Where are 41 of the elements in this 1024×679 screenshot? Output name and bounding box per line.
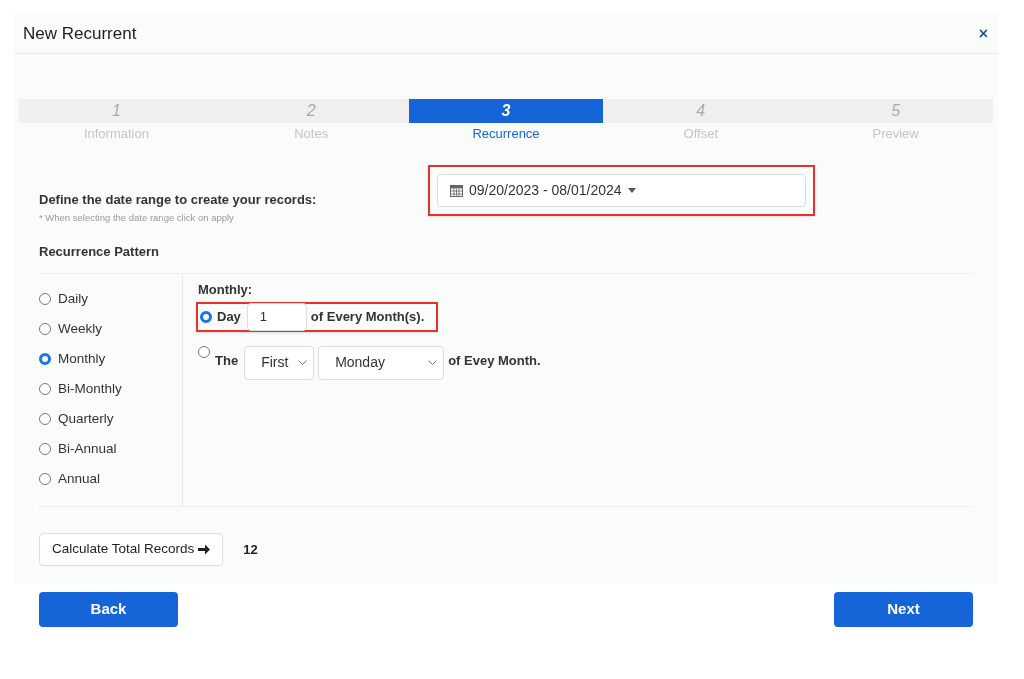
section-title: Recurrence Pattern xyxy=(39,241,973,274)
next-button[interactable]: Next xyxy=(834,592,973,627)
weekday-select[interactable]: Monday xyxy=(318,345,445,380)
date-range-hint: * When selecting the date range click on apply xyxy=(39,211,235,225)
ordinal-select[interactable]: First xyxy=(244,345,315,380)
calendar-icon xyxy=(450,183,463,197)
option-label[interactable]: Quarterly xyxy=(58,408,114,430)
option-label[interactable]: Bi-Monthly xyxy=(58,378,122,400)
chevron-icon xyxy=(428,360,438,365)
radio-button[interactable] xyxy=(39,443,51,455)
close-button[interactable]: × xyxy=(978,21,988,46)
option-label[interactable]: Annual xyxy=(58,468,101,490)
date-range-field[interactable]: 09/20/2023 - 08/01/2024 xyxy=(437,173,806,207)
calculate-button[interactable]: Calculate Total Records xyxy=(39,533,224,566)
option-label[interactable]: Bi-Annual xyxy=(58,438,117,460)
chevron-icon xyxy=(298,360,308,365)
monthly-title: Monthly: xyxy=(198,281,254,299)
date-range-label: Define the date range to create your records: xyxy=(39,190,318,209)
option-label[interactable]: Monthly xyxy=(58,348,106,370)
radio-button[interactable] xyxy=(39,293,51,305)
radio-button[interactable] xyxy=(39,383,51,395)
radio-button[interactable] xyxy=(198,345,210,358)
weekday-suffix: of Evey Month. xyxy=(448,351,541,370)
radio-button[interactable] xyxy=(39,353,51,365)
radio-button[interactable] xyxy=(39,323,51,335)
day-input[interactable]: 1 xyxy=(246,302,307,331)
radio-button[interactable] xyxy=(200,310,212,323)
step-number[interactable]: 3 xyxy=(408,99,604,123)
day-suffix: of Every Month(s). xyxy=(310,307,425,326)
back-button[interactable]: Back xyxy=(39,592,178,627)
radio-button[interactable] xyxy=(39,473,51,485)
dialog-title: New Recurrent xyxy=(23,22,137,45)
total-records: 12 xyxy=(243,540,258,559)
radio-button[interactable] xyxy=(39,413,51,425)
day-label: Day xyxy=(217,307,241,326)
caret-icon xyxy=(627,187,636,193)
arrow-right-icon xyxy=(198,544,211,555)
step-label[interactable]: Recurrence xyxy=(472,124,540,144)
option-label[interactable]: Weekly xyxy=(58,318,102,340)
option-label[interactable]: Daily xyxy=(58,288,88,310)
the-label: The xyxy=(215,351,239,370)
